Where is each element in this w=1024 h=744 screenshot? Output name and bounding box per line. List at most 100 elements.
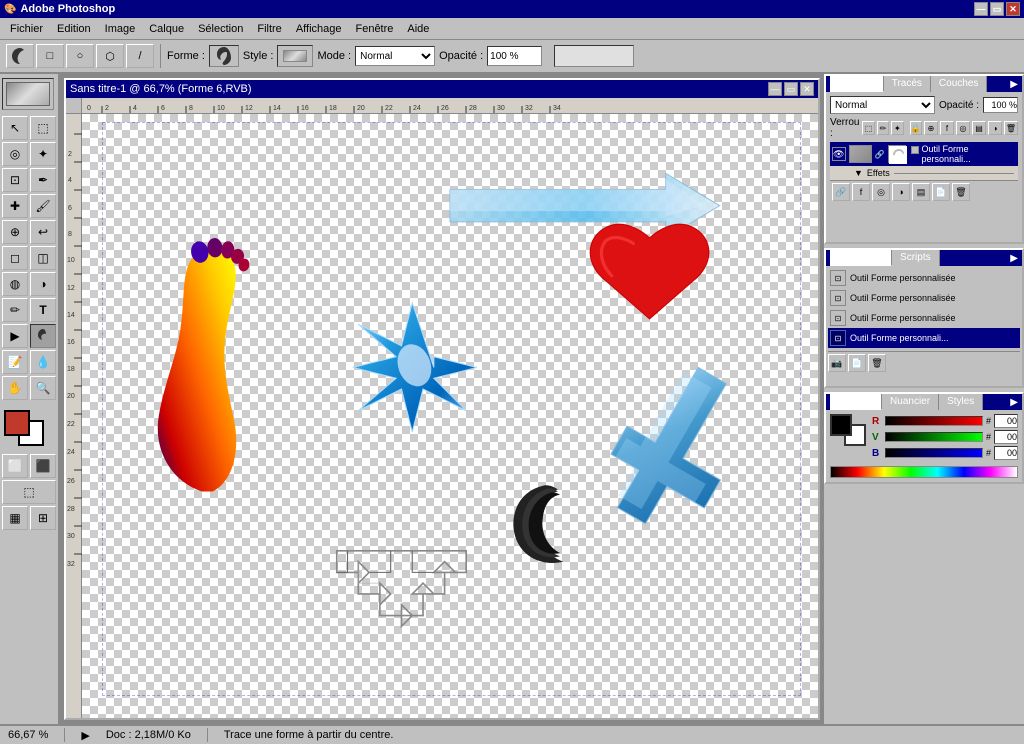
lock-pixels-btn[interactable]: ✏ (877, 121, 889, 135)
menu-fichier[interactable]: Fichier (4, 21, 49, 37)
text-tool[interactable]: T (30, 298, 56, 322)
new-doc-from-state-btn[interactable]: 📄 (848, 354, 866, 372)
pen-tool[interactable]: ✏ (2, 298, 28, 322)
hand-tool[interactable]: ✋ (2, 376, 28, 400)
history-item-2[interactable]: ⊡ Outil Forme personnalisée (828, 288, 1020, 308)
history-panel-menu[interactable]: ▶ (1010, 253, 1018, 264)
layer-delete-btn[interactable]: 🗑 (1004, 121, 1018, 135)
color-spectrum[interactable] (830, 466, 1018, 478)
link-layers-btn[interactable]: 🔗 (832, 183, 850, 201)
dodge-tool[interactable]: ◑ (30, 272, 56, 296)
add-style-btn[interactable]: f (852, 183, 870, 201)
canvas-close[interactable]: ✕ (800, 82, 814, 96)
move-tool[interactable]: ↖ (2, 116, 28, 140)
layer-item-1[interactable]: 👁 🔗 Outil Forme per (830, 142, 1018, 166)
menu-affichage[interactable]: Affichage (290, 21, 348, 37)
clone-stamp-tool[interactable]: ⊕ (2, 220, 28, 244)
quick-mask-mode[interactable]: ⬛ (30, 454, 56, 478)
history-item-4[interactable]: ⊡ Outil Forme personnali... (828, 328, 1020, 348)
canvas-scroll[interactable] (82, 114, 818, 718)
canvas-maximize[interactable]: ▭ (784, 82, 798, 96)
layer-mask-btn[interactable]: ◎ (956, 121, 970, 135)
menu-calque[interactable]: Calque (143, 21, 190, 37)
add-mask-btn2[interactable]: ◎ (872, 183, 890, 201)
line-tool-button[interactable]: / (126, 44, 154, 68)
tab-couleur[interactable]: Couleur (830, 394, 882, 410)
tab-scripts[interactable]: Scripts (892, 250, 940, 266)
close-button[interactable]: ✕ (1006, 2, 1020, 16)
new-layer-btn[interactable]: 📄 (932, 183, 950, 201)
red-value-input[interactable]: 00 (994, 414, 1018, 428)
zoom-tool[interactable]: 🔍 (30, 376, 56, 400)
custom-shape-tool-button[interactable] (6, 44, 34, 68)
jump2[interactable]: ⊞ (30, 506, 56, 530)
layer-style-btn[interactable]: f (940, 121, 954, 135)
menu-fenetre[interactable]: Fenêtre (349, 21, 399, 37)
new-group-btn[interactable]: ▤ (912, 183, 930, 201)
healing-tool[interactable]: ✚ (2, 194, 28, 218)
notes-tool[interactable]: 📝 (2, 350, 28, 374)
layers-panel-menu[interactable]: ▶ (1010, 79, 1018, 90)
add-adj-layer-btn[interactable]: ◑ (892, 183, 910, 201)
canvas-minimize[interactable]: — (768, 82, 782, 96)
standard-mode[interactable]: ⬜ (2, 454, 28, 478)
lock-transparent-btn[interactable]: ⬚ (862, 121, 874, 135)
path-selection-tool[interactable]: ▶ (2, 324, 28, 348)
shape-tool[interactable] (30, 324, 56, 348)
tab-nuancier[interactable]: Nuancier (882, 394, 939, 410)
minimize-button[interactable]: — (974, 2, 988, 16)
lock-all-btn[interactable]: 🔒 (910, 121, 922, 135)
green-value-input[interactable]: 00 (994, 430, 1018, 444)
mode-select[interactable]: Normal (355, 46, 435, 66)
foreground-color-box[interactable] (4, 410, 30, 436)
magic-wand-tool[interactable]: ✦ (30, 142, 56, 166)
layer-link-btn[interactable]: ⊕ (924, 121, 938, 135)
lock-position-btn[interactable]: ✦ (891, 121, 903, 135)
polygon-tool-button[interactable]: ⬡ (96, 44, 124, 68)
screen-mode[interactable]: ⬚ (2, 480, 56, 504)
color-panel-menu[interactable]: ▶ (1010, 397, 1018, 408)
blue-slider[interactable] (885, 448, 983, 458)
brush-tool[interactable]: 🖌 (30, 194, 56, 218)
blend-mode-select[interactable]: Normal (830, 96, 935, 114)
eyedropper2-tool[interactable]: 💧 (30, 350, 56, 374)
layer-eye-1[interactable]: 👁 (832, 147, 846, 161)
red-slider[interactable] (885, 416, 983, 426)
rectangle-tool-button[interactable]: □ (36, 44, 64, 68)
history-item-1[interactable]: ⊡ Outil Forme personnalisée (828, 268, 1020, 288)
shape-preview[interactable] (209, 45, 239, 67)
jump-to-imageready[interactable]: ▦ (2, 506, 28, 530)
marquee-tool[interactable]: ⬚ (30, 116, 56, 140)
tab-calques[interactable]: Calques (830, 76, 884, 92)
blue-value-input[interactable]: 00 (994, 446, 1018, 460)
menu-filtre[interactable]: Filtre (251, 21, 287, 37)
tab-styles[interactable]: Styles (939, 394, 983, 410)
gradient-tool[interactable]: ◫ (30, 246, 56, 270)
layer-opacity-input[interactable]: 100 % (983, 97, 1018, 113)
tab-historique[interactable]: Historique (830, 250, 892, 266)
green-slider[interactable] (885, 432, 983, 442)
delete-layer-btn[interactable]: 🗑 (952, 183, 970, 201)
fg-color-swatch[interactable] (830, 414, 852, 436)
layer-adj-btn[interactable]: ◑ (988, 121, 1002, 135)
opacity-input[interactable]: 100 % (487, 46, 542, 66)
style-preview[interactable] (277, 45, 313, 67)
delete-state-btn[interactable]: 🗑 (868, 354, 886, 372)
tab-couches[interactable]: Couches (931, 76, 987, 92)
ellipse-tool-button[interactable]: ○ (66, 44, 94, 68)
menu-edition[interactable]: Edition (51, 21, 97, 37)
maximize-button[interactable]: ▭ (990, 2, 1004, 16)
crop-tool[interactable]: ⊡ (2, 168, 28, 192)
create-snapshot-btn[interactable]: 📷 (828, 354, 846, 372)
history-item-3[interactable]: ⊡ Outil Forme personnalisée (828, 308, 1020, 328)
blur-tool[interactable]: ◍ (2, 272, 28, 296)
menu-selection[interactable]: Sélection (192, 21, 249, 37)
layer-group-btn[interactable]: ▤ (972, 121, 986, 135)
menu-aide[interactable]: Aide (401, 21, 435, 37)
eraser-tool[interactable]: ◻ (2, 246, 28, 270)
history-brush-tool[interactable]: ↩ (30, 220, 56, 244)
menu-image[interactable]: Image (99, 21, 142, 37)
eyedropper-tool[interactable]: ✒ (30, 168, 56, 192)
lasso-tool[interactable]: ◎ (2, 142, 28, 166)
tab-traces[interactable]: Tracés (884, 76, 931, 92)
